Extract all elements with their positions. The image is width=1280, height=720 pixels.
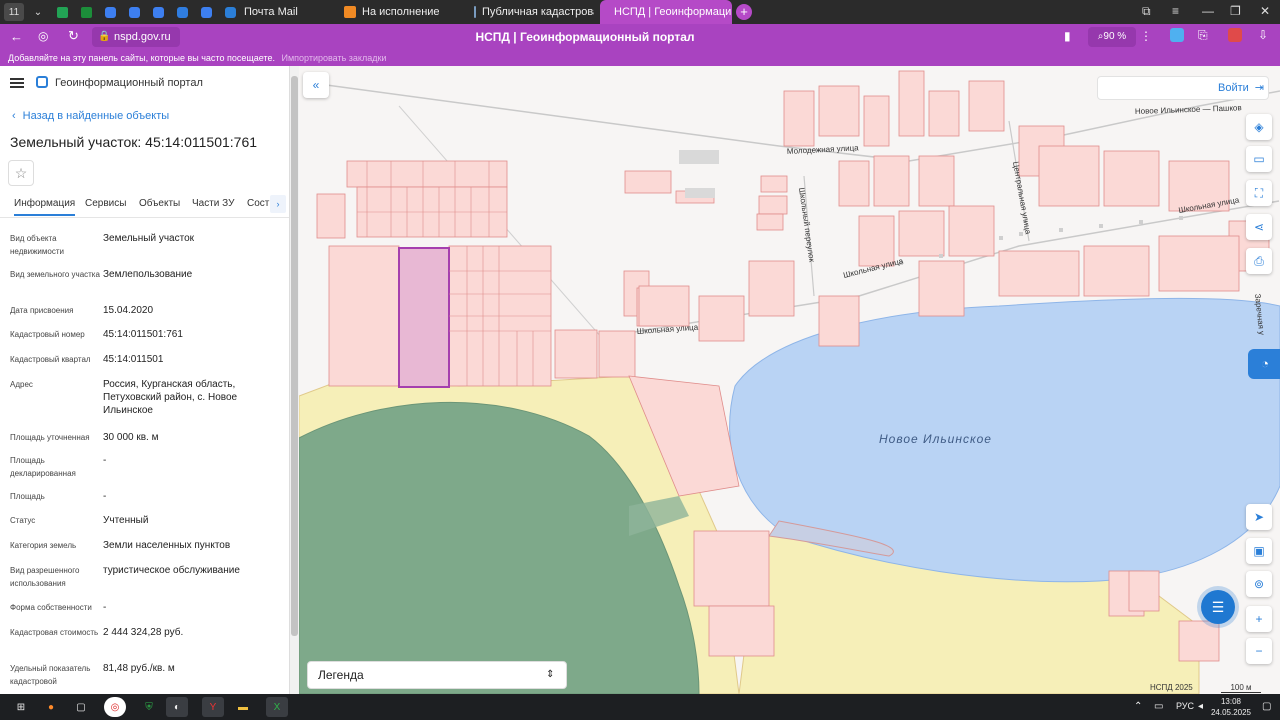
attribution: НСПД 2025	[1150, 683, 1193, 692]
tab-counter-button[interactable]: 11	[4, 3, 24, 21]
page-title: НСПД | Геоинформационный портал	[475, 30, 695, 44]
tab-nspd-active[interactable]: НСПД | Геоинформаци✕	[600, 0, 732, 24]
menu-icon[interactable]: ≡	[1172, 4, 1179, 18]
pinned-tab-sheets-icon[interactable]	[52, 3, 72, 21]
windows-start-icon[interactable]: ⊞	[10, 697, 32, 717]
portal-name: Геоинформационный портал	[55, 77, 203, 89]
bookmark-icon[interactable]: ▮	[1064, 29, 1071, 43]
layers-icon[interactable]: ◈	[1246, 114, 1272, 140]
more-icon[interactable]: ⋮	[1140, 29, 1152, 43]
browser-tab-strip: 11 ⌄ Почта Mail На исполнение Публичная …	[0, 0, 1280, 24]
import-bookmarks-link[interactable]: Импортировать закладки	[282, 53, 387, 63]
language-indicator[interactable]: РУС	[1176, 701, 1194, 711]
tab-favicon-icon	[474, 6, 476, 18]
tab-kadastr[interactable]: Публичная кадастровая	[466, 0, 594, 24]
zoom-out-icon[interactable]: −	[1246, 638, 1272, 664]
shield-icon[interactable]: ⛨	[138, 697, 160, 717]
collapse-panel-icon[interactable]: «	[303, 72, 329, 98]
clock[interactable]: 13:08 24.05.2025	[1208, 696, 1254, 718]
map-svg: Новое Ильинское Молодежная улица Школьна…	[299, 70, 1280, 694]
folder-icon[interactable]: ▬	[232, 697, 254, 717]
new-tab-button[interactable]: +	[736, 4, 752, 20]
sidebar-header: Геоинформационный портал	[0, 66, 289, 100]
object-title: Земельный участок: 45:14:011501:761	[10, 134, 258, 150]
tabs-scroll-right-icon[interactable]: ›	[270, 195, 286, 213]
firefox-icon[interactable]: ●	[40, 697, 62, 717]
legend-selector[interactable]: Легенда ⇕	[307, 661, 567, 689]
pinned-tab-app-icon[interactable]	[100, 3, 120, 21]
building	[679, 150, 719, 164]
chevron-down-icon[interactable]: ⌄	[28, 3, 48, 21]
pinned-tab-app-icon[interactable]	[148, 3, 168, 21]
building	[685, 188, 715, 198]
print-icon[interactable]: ⎙	[1246, 248, 1272, 274]
zoom-indicator[interactable]: ⌕90 %	[1088, 27, 1136, 47]
pinned-tab-app-icon[interactable]	[196, 3, 216, 21]
tab-label: Почта Mail	[244, 6, 298, 18]
lake-label: Новое Ильинское	[879, 432, 992, 446]
tab-favicon-icon	[344, 6, 356, 18]
tab-collections-icon[interactable]: ⧉	[1142, 4, 1151, 19]
collections-icon[interactable]: ⎘	[1198, 28, 1208, 43]
updown-icon: ⇕	[546, 669, 555, 680]
sidebar-scrollbar[interactable]	[290, 66, 299, 694]
login-button[interactable]: Войти ⇥	[1097, 76, 1269, 100]
street-label: Школьный переулок	[797, 187, 816, 263]
app-icon[interactable]: ◐	[166, 697, 188, 717]
select-area-icon[interactable]: ⛶	[1246, 180, 1272, 206]
tab-objects[interactable]: Объекты	[139, 198, 180, 209]
app-icon[interactable]: ▢	[70, 697, 92, 717]
restore-icon[interactable]: ❐	[1230, 4, 1241, 18]
login-icon: ⇥	[1254, 82, 1265, 94]
map-canvas[interactable]: Новое Ильинское Молодежная улица Школьна…	[299, 66, 1280, 694]
home-icon[interactable]	[1170, 28, 1184, 42]
bookmark-hint: Добавляйте на эту панель сайты, которые …	[8, 53, 275, 63]
yandex-browser-icon[interactable]: Y	[202, 697, 224, 717]
object-tabs: Информация Сервисы Объекты Части ЗУ Сост…	[0, 194, 289, 218]
minimap-icon[interactable]: ▣	[1246, 538, 1272, 564]
zoom-in-icon[interactable]: +	[1246, 606, 1272, 632]
favorite-star-icon[interactable]: ☆	[8, 160, 34, 186]
os-taskbar: ⊞ ● ▢ ◎ ⛨ ◐ Y ▬ X ⌃ ▭ РУС ◂ 13:08 24.05.…	[0, 694, 1280, 720]
close-window-icon[interactable]: ✕	[1260, 4, 1270, 18]
tab-information[interactable]: Информация	[14, 198, 76, 216]
extension-icon[interactable]	[1228, 28, 1242, 42]
selected-parcel	[398, 247, 450, 388]
minimize-icon[interactable]: —	[1202, 4, 1214, 18]
chevron-left-icon: ‹	[12, 110, 16, 122]
location-pin-icon[interactable]: ⊚	[1246, 571, 1272, 597]
hamburger-menu-icon[interactable]	[10, 78, 24, 88]
tab-state[interactable]: Сост	[247, 198, 269, 209]
tab-parts[interactable]: Части ЗУ	[192, 198, 234, 209]
speaker-icon[interactable]: ◂	[1198, 701, 1203, 712]
browser-app-icon[interactable]: ◎	[104, 697, 126, 717]
share-icon[interactable]: ⋖	[1246, 214, 1272, 240]
portal-logo-icon	[36, 76, 48, 88]
ruler-icon[interactable]: ▭	[1246, 146, 1272, 172]
address-bar: ← ◎ ↻ 🔒 nspd.gov.ru НСПД | Геоинформацио…	[0, 24, 1280, 50]
download-icon[interactable]: ⇩	[1258, 28, 1268, 42]
network-icon[interactable]: ▭	[1154, 701, 1163, 712]
tab-ispolnenie[interactable]: На исполнение	[336, 0, 462, 24]
geolocation-icon[interactable]: ➤	[1246, 504, 1272, 530]
back-to-results-link[interactable]: ‹ Назад в найденные объекты	[12, 110, 169, 122]
pinned-tab-folder-icon[interactable]	[76, 3, 96, 21]
scale-bar: 100 м	[1221, 683, 1261, 693]
pinned-tab-app-icon[interactable]	[124, 3, 144, 21]
street-label: Новое Ильинское — Пашков	[1135, 103, 1242, 116]
object-info-sidebar: Геоинформационный портал ‹ Назад в найден…	[0, 66, 290, 694]
notifications-icon[interactable]: ▢	[1262, 701, 1271, 712]
bookmark-bar: Добавляйте на эту панель сайты, которые …	[0, 50, 1280, 66]
chat-icon[interactable]: ☰	[1201, 590, 1235, 624]
support-widget-icon[interactable]: ◔	[1248, 349, 1280, 379]
excel-icon[interactable]: X	[266, 697, 288, 717]
scrollbar-thumb[interactable]	[291, 76, 298, 636]
tab-services[interactable]: Сервисы	[85, 198, 126, 209]
tab-mail[interactable]: Почта Mail	[236, 0, 328, 24]
tray-expand-icon[interactable]: ⌃	[1134, 701, 1142, 712]
pinned-tab-vk-icon[interactable]	[172, 3, 192, 21]
